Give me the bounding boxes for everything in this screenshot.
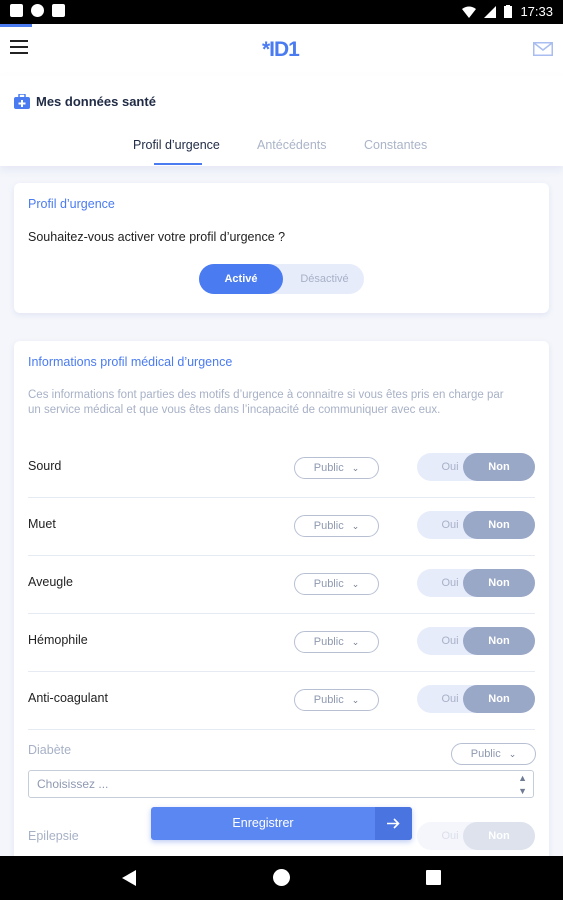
signal-icon xyxy=(484,5,497,18)
no-option[interactable]: Non xyxy=(463,822,535,850)
wifi-icon xyxy=(462,6,477,18)
epilepsy-label: Epilepsie xyxy=(28,829,79,843)
home-icon[interactable] xyxy=(273,869,290,886)
visibility-select[interactable]: Public ⌄ xyxy=(294,573,379,595)
tab-profil-urgence[interactable]: Profil d’urgence xyxy=(133,138,220,152)
sd-card-icon xyxy=(52,4,65,17)
diabetes-visibility-select[interactable]: Public ⌄ xyxy=(451,743,536,765)
diabetes-type-select[interactable]: Choisissez ... ▲ ▼ xyxy=(28,770,534,798)
page-title: Mes données santé xyxy=(14,94,156,109)
condition-row-hemophile: Hémophile Public ⌄ Oui Non xyxy=(14,614,549,672)
clock: 17:33 xyxy=(520,4,553,19)
medical-card-description: Ces informations font parties des motifs… xyxy=(28,389,504,416)
tab-bar: Profil d’urgence Antécédents Constantes xyxy=(0,138,563,166)
tab-antecedents[interactable]: Antécédents xyxy=(257,138,327,152)
visibility-select[interactable]: Public ⌄ xyxy=(294,457,379,479)
app-bar: *ID1 xyxy=(0,24,563,76)
app-bar-accent xyxy=(0,24,32,27)
medical-info-card: Informations profil médical d’urgence Ce… xyxy=(14,341,549,861)
back-icon[interactable] xyxy=(122,870,136,886)
page-title-text: Mes données santé xyxy=(36,94,156,109)
no-option[interactable]: Non xyxy=(463,569,535,597)
chevron-down-icon: ⌄ xyxy=(351,462,360,473)
chevron-down-icon: ⌄ xyxy=(508,748,517,759)
condition-label: Aveugle xyxy=(28,575,73,589)
chevron-down-icon: ⌄ xyxy=(351,520,360,531)
visibility-select[interactable]: Public ⌄ xyxy=(294,689,379,711)
no-option[interactable]: Non xyxy=(463,453,535,481)
emergency-profile-card: Profil d’urgence Souhaitez-vous activer … xyxy=(14,183,549,313)
row-divider xyxy=(28,729,535,730)
medical-card-title: Informations profil médical d’urgence xyxy=(28,355,233,369)
diabetes-label: Diabète xyxy=(28,743,72,757)
activation-question: Souhaitez-vous activer votre profil d’ur… xyxy=(28,230,286,244)
no-option[interactable]: Non xyxy=(463,685,535,713)
condition-row-sourd: Sourd Public ⌄ Oui Non xyxy=(14,440,549,498)
yes-no-toggle[interactable]: Oui Non xyxy=(417,569,535,597)
condition-row-anti-coagulant: Anti-coagulant Public ⌄ Oui Non xyxy=(14,672,549,730)
save-button-label: Enregistrer xyxy=(232,816,294,830)
visibility-value: Public xyxy=(313,462,344,474)
active-tab-indicator xyxy=(154,163,202,165)
save-button[interactable]: Enregistrer xyxy=(151,807,412,840)
medical-kit-icon xyxy=(14,94,30,109)
deactivated-option[interactable]: Désactivé xyxy=(285,264,364,294)
condition-row-aveugle: Aveugle Public ⌄ Oui Non xyxy=(14,556,549,614)
visibility-value: Public xyxy=(313,694,344,706)
recent-apps-icon[interactable] xyxy=(426,870,441,885)
condition-label: Sourd xyxy=(28,459,62,473)
condition-label: Anti-coagulant xyxy=(28,691,108,705)
condition-label: Muet xyxy=(28,517,56,531)
visibility-select[interactable]: Public ⌄ xyxy=(294,515,379,537)
select-updown-icon: ▲ ▼ xyxy=(518,773,527,796)
tab-constantes[interactable]: Constantes xyxy=(364,138,427,152)
arrow-right-icon xyxy=(375,807,412,840)
visibility-value: Public xyxy=(313,636,344,648)
no-option[interactable]: Non xyxy=(463,511,535,539)
system-nav-bar xyxy=(0,856,563,900)
visibility-value: Public xyxy=(470,748,501,760)
emergency-card-title: Profil d’urgence xyxy=(28,197,115,211)
visibility-value: Public xyxy=(313,520,344,532)
activated-option[interactable]: Activé xyxy=(199,264,283,294)
chevron-down-icon: ⌄ xyxy=(351,694,360,705)
status-bar: 17:33 xyxy=(0,0,563,24)
yes-no-toggle[interactable]: Oui Non xyxy=(417,511,535,539)
condition-label: Hémophile xyxy=(28,633,88,647)
epilepsy-toggle[interactable]: Oui Non xyxy=(417,822,535,850)
chevron-down-icon: ⌄ xyxy=(351,578,360,589)
diabetes-select-placeholder: Choisissez ... xyxy=(37,777,109,791)
notification-circle-icon xyxy=(31,4,44,17)
activation-toggle[interactable]: Activé Désactivé xyxy=(199,264,364,294)
yes-no-toggle[interactable]: Oui Non xyxy=(417,453,535,481)
visibility-select[interactable]: Public ⌄ xyxy=(294,631,379,653)
chevron-down-icon: ⌄ xyxy=(351,636,360,647)
notification-a-icon xyxy=(10,4,23,17)
battery-icon xyxy=(504,5,513,18)
yes-no-toggle[interactable]: Oui Non xyxy=(417,627,535,655)
mail-icon[interactable] xyxy=(533,42,553,56)
yes-no-toggle[interactable]: Oui Non xyxy=(417,685,535,713)
app-logo: *ID1 xyxy=(262,38,300,61)
no-option[interactable]: Non xyxy=(463,627,535,655)
page-header: Mes données santé Profil d’urgence Antéc… xyxy=(0,76,563,166)
condition-row-muet: Muet Public ⌄ Oui Non xyxy=(14,498,549,556)
menu-icon[interactable] xyxy=(10,40,28,54)
visibility-value: Public xyxy=(313,578,344,590)
